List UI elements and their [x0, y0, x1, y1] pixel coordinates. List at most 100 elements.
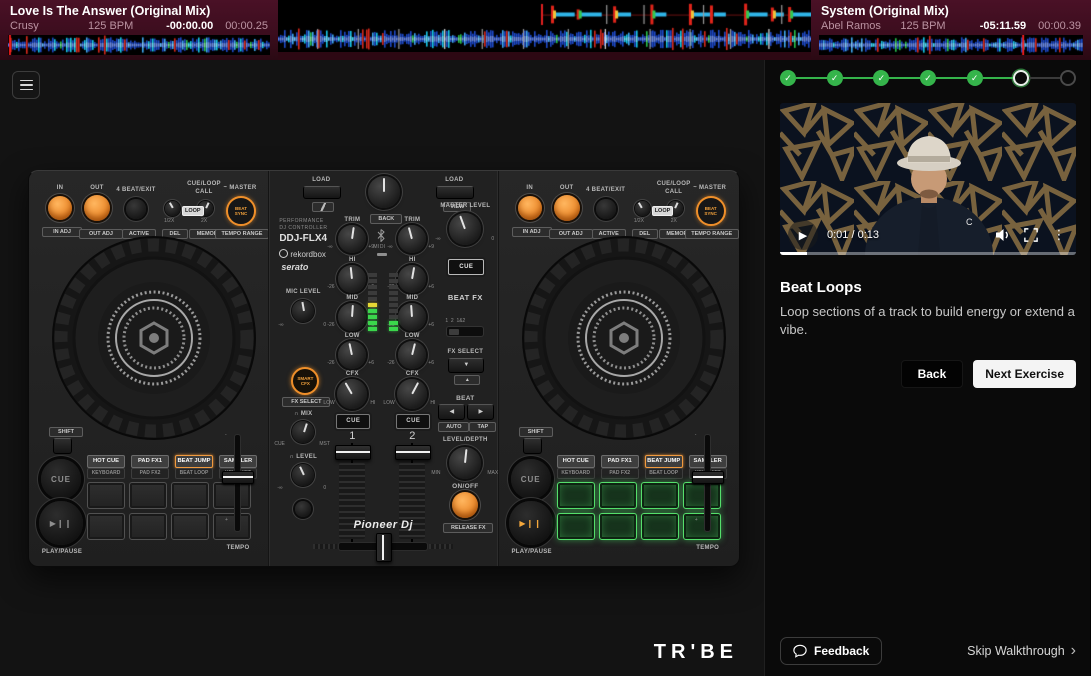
video-volume-button[interactable]	[992, 224, 1014, 246]
feedback-label: Feedback	[814, 644, 869, 658]
pad-2[interactable]	[599, 482, 637, 509]
ch2-fader[interactable]	[395, 445, 431, 460]
step-3-complete[interactable]: ✓	[873, 70, 889, 86]
jog-wheel[interactable]	[521, 235, 727, 441]
step-7-upcoming[interactable]	[1060, 70, 1076, 86]
step-5-complete[interactable]: ✓	[967, 70, 983, 86]
pad-1[interactable]	[87, 482, 125, 509]
next-exercise-button[interactable]: Next Exercise	[973, 360, 1076, 388]
beat-jump-mode-button[interactable]: BEAT JUMP	[175, 455, 213, 468]
loop-out-button[interactable]	[554, 195, 580, 221]
pad-6[interactable]	[599, 513, 637, 540]
pad-7[interactable]	[171, 513, 209, 540]
ch1-low-knob[interactable]	[338, 341, 366, 369]
step-6-current[interactable]	[1013, 70, 1029, 86]
cue-button[interactable]: CUE	[41, 459, 81, 499]
hot-cue-mode-button[interactable]: HOT CUE	[87, 455, 125, 468]
step-4-complete[interactable]: ✓	[920, 70, 936, 86]
pad-8[interactable]	[213, 513, 251, 540]
jog-wheel[interactable]	[51, 235, 257, 441]
ch1-hi-knob[interactable]	[338, 265, 366, 293]
pad-1[interactable]	[557, 482, 595, 509]
fx-channel-switch[interactable]	[447, 327, 483, 336]
fx-select-up-button[interactable]: ▲	[454, 375, 480, 385]
four-beat-exit-button[interactable]	[596, 199, 616, 219]
feedback-button[interactable]: Feedback	[780, 637, 882, 665]
video-fullscreen-button[interactable]	[1020, 224, 1042, 246]
loop-out-button[interactable]	[84, 195, 110, 221]
tempo-slider-knob[interactable]	[692, 471, 724, 484]
cue-button[interactable]: CUE	[511, 459, 551, 499]
play-pause-button[interactable]: ▶❙❙	[39, 501, 83, 545]
tempo-slider-knob[interactable]	[222, 471, 254, 484]
load-right-button[interactable]	[436, 186, 474, 199]
headphone-mix-knob[interactable]	[292, 421, 314, 443]
headphone-level-knob[interactable]	[292, 464, 314, 486]
video-menu-button[interactable]: ⋮	[1048, 224, 1070, 246]
skip-walkthrough-link[interactable]: Skip Walkthrough ›	[967, 643, 1076, 659]
ch2-cfx-knob[interactable]	[397, 379, 427, 409]
pad-fx1-mode-button[interactable]: PAD FX1	[131, 455, 169, 468]
pad-7[interactable]	[641, 513, 679, 540]
master-label: ~ MASTER	[687, 185, 733, 192]
pad-2[interactable]	[129, 482, 167, 509]
pad-3[interactable]	[171, 482, 209, 509]
step-1-complete[interactable]: ✓	[780, 70, 796, 86]
loop-in-label: IN	[45, 185, 75, 192]
pad-5[interactable]	[87, 513, 125, 540]
ch1-trim-knob[interactable]	[338, 225, 366, 253]
four-beat-exit-button[interactable]	[126, 199, 146, 219]
ch2-cue-button[interactable]: CUE	[396, 414, 430, 429]
pad-6[interactable]	[129, 513, 167, 540]
video-progress-bar[interactable]	[780, 252, 1076, 255]
play-pause-label: PLAY/PAUSE	[31, 549, 93, 556]
headphone-fader-button[interactable]	[295, 501, 311, 517]
smart-cfx-button[interactable]: SMART CFX	[291, 367, 319, 395]
ch2-hi-knob[interactable]	[398, 265, 426, 293]
midi-label: MIDI	[373, 245, 386, 250]
mic-level-knob[interactable]	[292, 300, 314, 322]
hp-level-max: 0	[323, 486, 326, 491]
loop-in-button[interactable]	[48, 196, 72, 220]
loop-in-button[interactable]	[518, 196, 542, 220]
ch1-fader[interactable]	[335, 445, 371, 460]
beat-sync-button[interactable]: BEAT SYNC	[696, 196, 726, 226]
step-2-complete[interactable]: ✓	[827, 70, 843, 86]
beat-left-button[interactable]: ◀	[438, 404, 465, 420]
crossfader[interactable]	[376, 533, 392, 562]
pad-3[interactable]	[641, 482, 679, 509]
pad-4[interactable]	[683, 482, 721, 509]
beat-sync-button[interactable]: BEAT SYNC	[226, 196, 256, 226]
ch2-trim-knob[interactable]	[398, 225, 426, 253]
ch1-cfx-knob[interactable]	[337, 379, 367, 409]
pad-5[interactable]	[557, 513, 595, 540]
hot-cue-mode-button[interactable]: HOT CUE	[557, 455, 595, 468]
deck-a-title: Love Is The Answer (Original Mix)	[10, 4, 210, 18]
ch2-low-knob[interactable]	[398, 341, 426, 369]
pad-4[interactable]	[213, 482, 251, 509]
beat-jump-mode-button[interactable]: BEAT JUMP	[645, 455, 683, 468]
ch1-trim-min: -∞	[327, 245, 332, 250]
play-pause-button[interactable]: ▶❙❙	[509, 501, 553, 545]
load-left-button[interactable]	[303, 186, 341, 199]
ch1-cue-button[interactable]: CUE	[336, 414, 370, 429]
ch1-mid-knob[interactable]	[338, 303, 366, 331]
master-cue-button[interactable]: CUE	[448, 259, 484, 275]
menu-button[interactable]	[12, 71, 40, 99]
loop-half-knob[interactable]	[165, 201, 180, 216]
shift-button[interactable]	[523, 438, 542, 454]
back-button[interactable]: Back	[901, 360, 964, 388]
master-level-knob[interactable]	[449, 213, 481, 245]
level-depth-knob[interactable]	[449, 447, 481, 479]
ch2-mid-knob[interactable]	[398, 303, 426, 331]
lesson-video-player[interactable]: C ▶ 0:01 / 0:13 ⋮	[780, 103, 1076, 255]
video-play-button[interactable]: ▶	[788, 220, 818, 250]
loop-half-knob[interactable]	[635, 201, 650, 216]
beat-right-button[interactable]: ▶	[467, 404, 494, 420]
shift-button[interactable]	[53, 438, 72, 454]
fx-select-down-button[interactable]: ▼	[448, 358, 484, 373]
fx-on-off-button[interactable]	[452, 492, 478, 518]
pad-8[interactable]	[683, 513, 721, 540]
pad-fx1-mode-button[interactable]: PAD FX1	[601, 455, 639, 468]
browse-knob[interactable]	[368, 176, 400, 208]
